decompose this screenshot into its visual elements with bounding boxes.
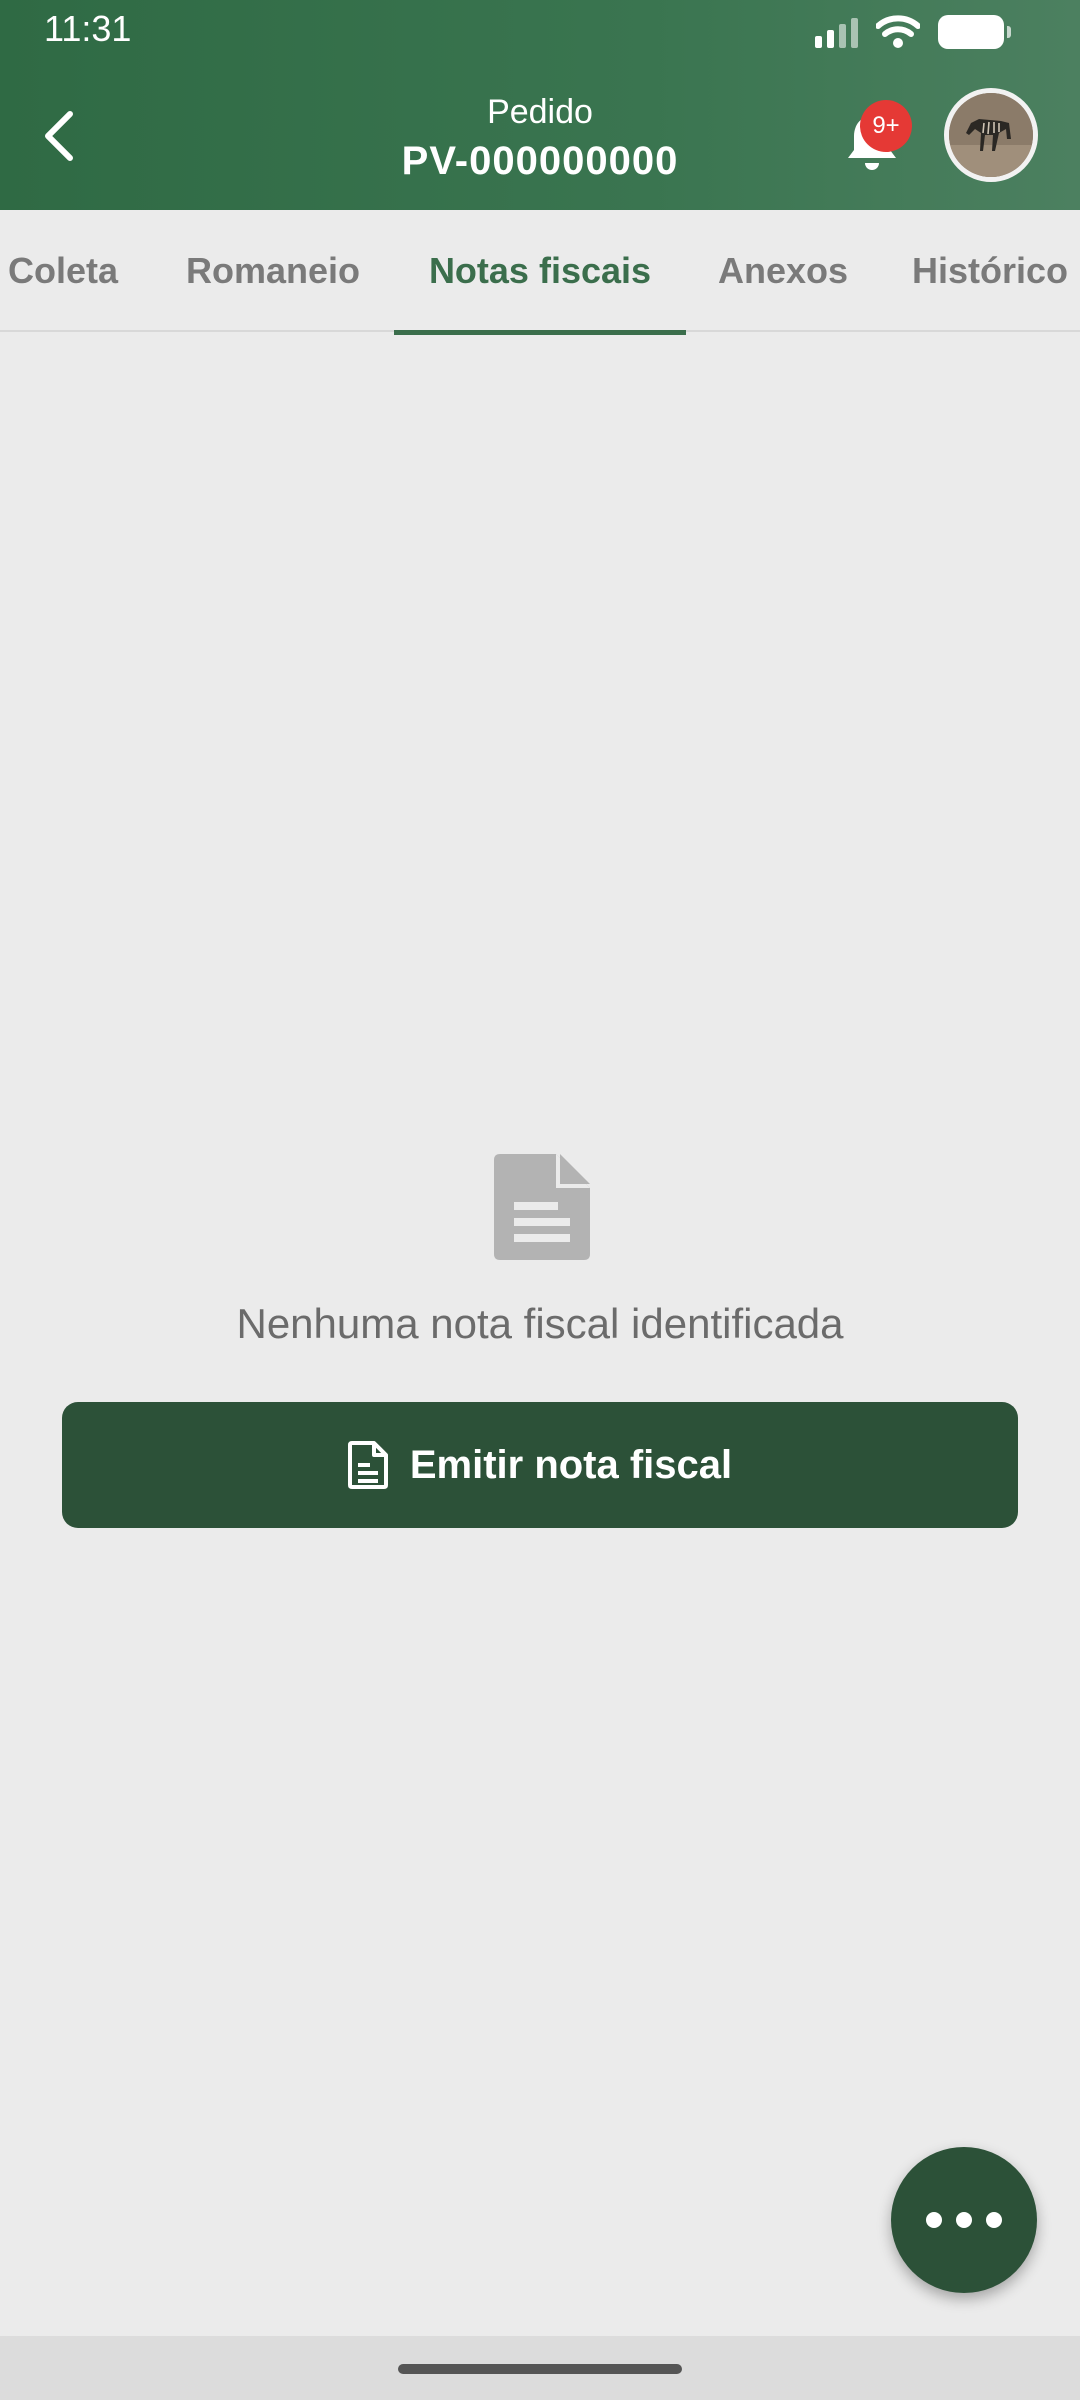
signal-icon <box>815 16 858 48</box>
status-time: 11:31 <box>44 8 132 49</box>
emit-invoice-button[interactable]: Emitir nota fiscal <box>62 1402 1018 1528</box>
zebra-image <box>949 93 1033 177</box>
emit-invoice-label: Emitir nota fiscal <box>409 1442 733 1487</box>
home-indicator[interactable] <box>398 2364 682 2374</box>
battery-icon <box>938 15 1011 49</box>
page-subtitle: Pedido <box>487 93 593 131</box>
tab-historico[interactable]: Histórico <box>900 210 1080 332</box>
more-actions-fab[interactable] <box>891 2147 1037 2293</box>
notification-badge: 9+ <box>860 100 912 152</box>
screen: 11:31 Pedido PV-000000000 9+ Coleta Roma… <box>0 0 1080 2400</box>
page-title: Pedido PV-000000000 <box>0 88 1080 186</box>
document-outline-icon <box>347 1441 388 1489</box>
empty-state-message: Nenhuma nota fiscal identificada <box>236 1300 844 1347</box>
active-tab-indicator <box>394 330 686 335</box>
document-icon <box>494 1154 590 1260</box>
tab-anexos[interactable]: Anexos <box>704 210 862 332</box>
more-horizontal-icon <box>926 2212 942 2228</box>
tab-notas-fiscais[interactable]: Notas fiscais <box>394 210 686 332</box>
tab-coleta[interactable]: Coleta <box>0 210 128 332</box>
wifi-icon <box>876 15 920 48</box>
order-number: PV-000000000 <box>401 139 679 183</box>
tab-romaneio[interactable]: Romaneio <box>172 210 374 332</box>
app-header: 11:31 Pedido PV-000000000 9+ <box>0 0 1080 210</box>
tab-bar: Coleta Romaneio Notas fiscais Anexos His… <box>0 210 1080 332</box>
status-icons <box>815 12 1011 52</box>
avatar[interactable] <box>944 88 1038 182</box>
